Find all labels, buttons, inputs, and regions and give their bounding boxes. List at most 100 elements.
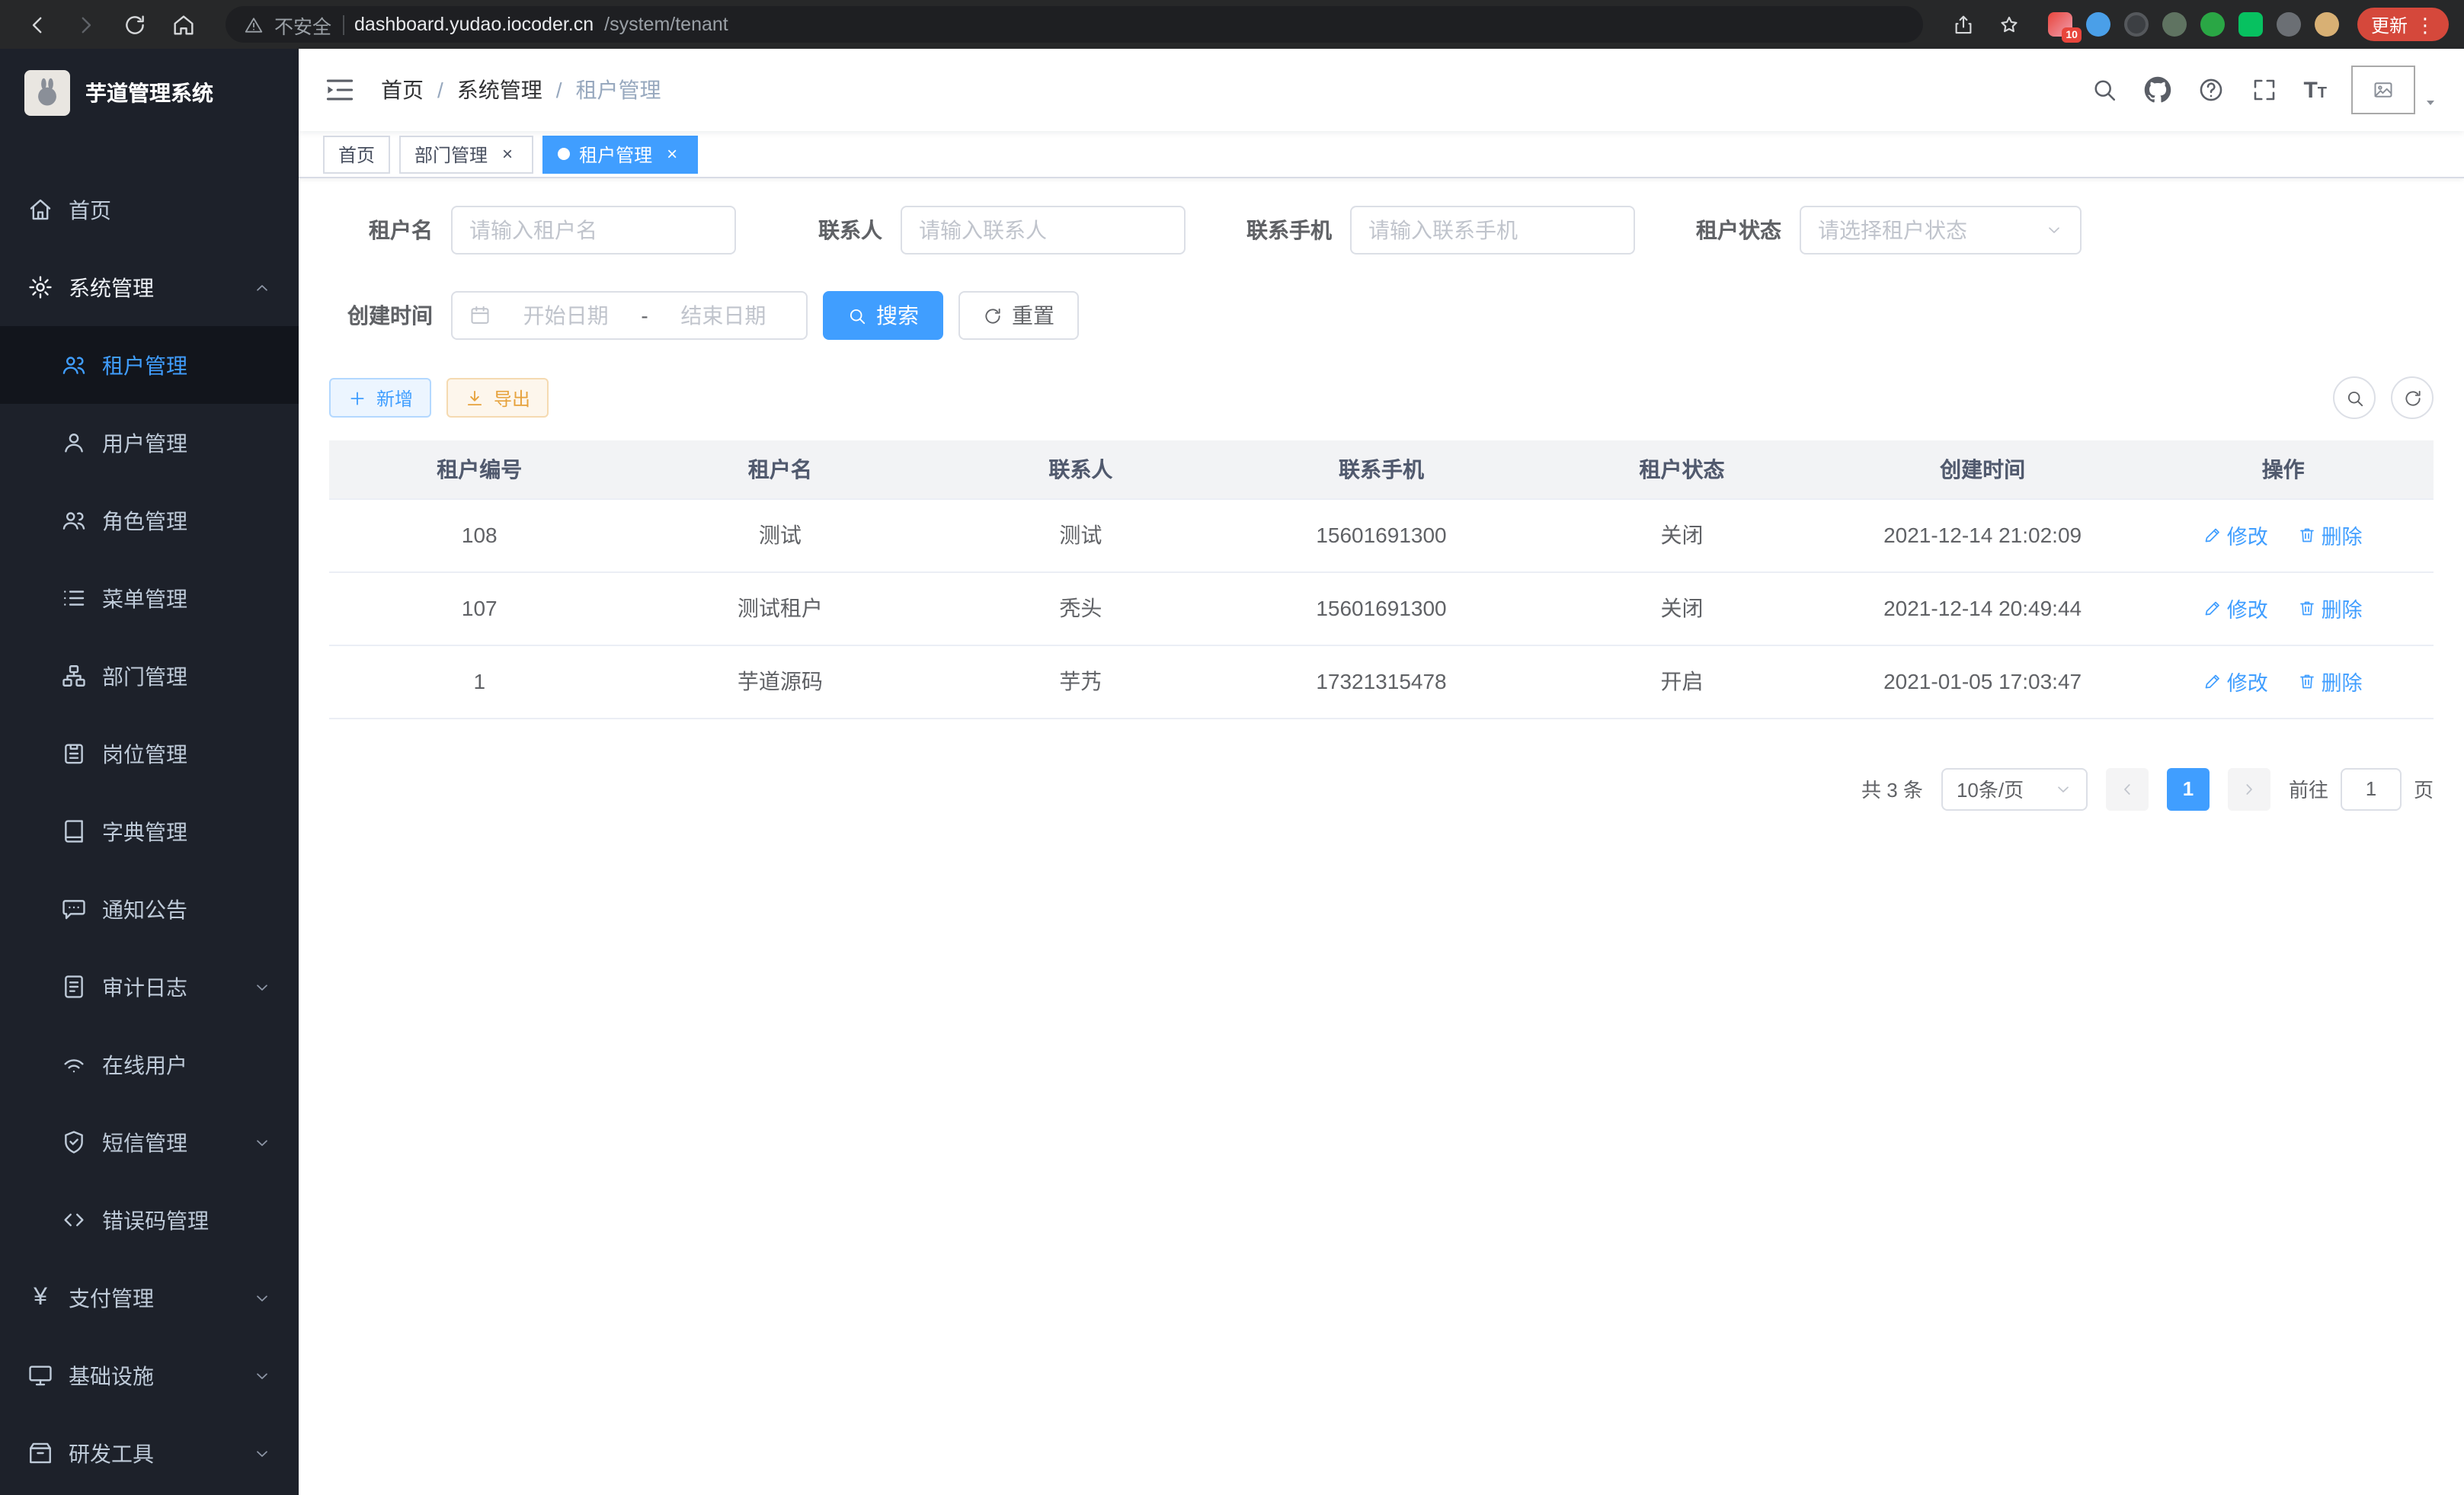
header-actions: TT	[2090, 66, 2440, 114]
page-number-1[interactable]: 1	[2167, 767, 2210, 810]
edit-label: 修改	[2227, 666, 2268, 696]
pencil-icon	[2204, 672, 2222, 690]
sidebar-item-dev-tools[interactable]: 研发工具	[0, 1414, 299, 1492]
sidebar-item-label: 通知公告	[102, 894, 271, 924]
sidebar-item-home[interactable]: 首页	[0, 171, 299, 248]
date-range-picker[interactable]: 开始日期 - 结束日期	[451, 291, 808, 340]
edit-link[interactable]: 修改	[2204, 520, 2268, 550]
add-button[interactable]: 新增	[329, 378, 431, 418]
delete-link[interactable]: 删除	[2299, 666, 2363, 696]
extensions-puzzle-icon[interactable]	[2277, 12, 2301, 37]
edit-link[interactable]: 修改	[2204, 666, 2268, 696]
sidebar-item-audit-log[interactable]: 审计日志	[0, 948, 299, 1026]
browser-home-button[interactable]	[162, 5, 204, 44]
goto-page-input[interactable]	[2341, 767, 2402, 810]
user-avatar-menu[interactable]	[2351, 66, 2440, 114]
prev-page-button[interactable]	[2106, 767, 2149, 810]
tenant-name-input[interactable]	[469, 218, 718, 242]
browser-back-button[interactable]	[15, 5, 58, 44]
extension-icon-5[interactable]	[2200, 12, 2225, 37]
trash-icon	[2299, 672, 2317, 690]
next-page-button[interactable]	[2228, 767, 2270, 810]
refresh-table-button[interactable]	[2391, 376, 2434, 419]
chevron-down-icon	[253, 1289, 271, 1307]
main-area: 首页 / 系统管理 / 租户管理 TT	[299, 49, 2464, 1495]
sidebar-item-error-code-management[interactable]: 错误码管理	[0, 1181, 299, 1259]
collapse-sidebar-icon[interactable]	[323, 73, 357, 107]
browser-update-button[interactable]: 更新 ⋮	[2357, 8, 2449, 41]
share-icon[interactable]	[1944, 5, 1984, 44]
sidebar-item-label: 岗位管理	[102, 738, 271, 769]
filter-row-1: 租户名 联系人 联系手机	[329, 206, 2434, 255]
font-size-icon[interactable]: TT	[2303, 78, 2327, 101]
cell-tenant-name: 芋道源码	[630, 645, 931, 718]
sidebar-item-system-management[interactable]: 系统管理	[0, 248, 299, 326]
address-bar[interactable]: 不安全 dashboard.yudao.iocoder.cn/system/te…	[226, 6, 1923, 43]
sidebar-item-online-users[interactable]: 在线用户	[0, 1026, 299, 1103]
export-button[interactable]: 导出	[446, 378, 549, 418]
chevron-down-icon	[253, 1366, 271, 1385]
status-select[interactable]: 请选择租户状态	[1800, 206, 2082, 255]
breadcrumb-system[interactable]: 系统管理	[457, 75, 542, 105]
sidebar-item-menu-management[interactable]: 菜单管理	[0, 559, 299, 637]
sidebar-item-payment-management[interactable]: ¥ 支付管理	[0, 1259, 299, 1337]
chevron-down-icon	[2045, 221, 2063, 239]
filter-status: 租户状态 请选择租户状态	[1678, 206, 2082, 255]
reset-button[interactable]: 重置	[958, 291, 1079, 340]
profile-avatar-icon[interactable]	[2315, 12, 2339, 37]
cell-contact: 芋艿	[930, 645, 1231, 718]
sidebar-item-label: 角色管理	[102, 505, 271, 536]
browser-forward-button[interactable]	[64, 5, 107, 44]
cell-actions: 修改 删除	[2133, 645, 2434, 718]
tab-tenant-management[interactable]: 租户管理 ×	[542, 135, 698, 173]
extension-icon-4[interactable]	[2162, 12, 2187, 37]
page-size-select[interactable]: 10条/页	[1941, 767, 2088, 810]
yen-icon: ¥	[27, 1285, 53, 1310]
sidebar-item-role-management[interactable]: 角色管理	[0, 482, 299, 559]
tenant-name-label: 租户名	[329, 215, 433, 245]
sidebar-item-notice[interactable]: 通知公告	[0, 870, 299, 948]
help-icon[interactable]	[2197, 75, 2226, 104]
tab-home[interactable]: 首页	[323, 135, 390, 173]
sidebar: 芋道管理系统 首页 系统管理 租户管理 用户管理	[0, 49, 299, 1495]
chevron-down-icon	[253, 1133, 271, 1151]
close-icon[interactable]: ×	[497, 143, 518, 165]
toolbox-icon	[27, 1440, 53, 1466]
github-icon[interactable]	[2143, 75, 2172, 104]
sidebar-item-sms-management[interactable]: 短信管理	[0, 1103, 299, 1181]
sidebar-item-label: 研发工具	[69, 1438, 238, 1468]
phone-input[interactable]	[1368, 218, 1617, 242]
sidebar-logo[interactable]: 芋道管理系统	[0, 49, 299, 137]
breadcrumb-home[interactable]: 首页	[381, 75, 424, 105]
close-icon[interactable]: ×	[661, 143, 683, 165]
breadcrumb-separator: /	[437, 78, 443, 102]
search-button[interactable]: 搜索	[823, 291, 943, 340]
browser-reload-button[interactable]	[113, 5, 155, 44]
fullscreen-icon[interactable]	[2250, 75, 2279, 104]
sidebar-item-post-management[interactable]: 岗位管理	[0, 715, 299, 792]
sidebar-item-dict-management[interactable]: 字典管理	[0, 792, 299, 870]
delete-link[interactable]: 删除	[2299, 593, 2363, 623]
extension-icon-6[interactable]	[2238, 12, 2263, 37]
url-path: /system/tenant	[604, 14, 728, 35]
sidebar-item-tenant-management[interactable]: 租户管理	[0, 326, 299, 404]
date-end-placeholder: 结束日期	[658, 300, 789, 331]
extension-icon-1[interactable]: 10	[2048, 12, 2072, 37]
sidebar-item-department-management[interactable]: 部门管理	[0, 637, 299, 715]
contact-input[interactable]	[919, 218, 1167, 242]
extension-icon-3[interactable]	[2124, 12, 2149, 37]
pagination: 共 3 条 10条/页 1 前往 页	[329, 767, 2434, 810]
sidebar-item-infrastructure[interactable]: 基础设施	[0, 1337, 299, 1414]
toggle-search-button[interactable]	[2333, 376, 2376, 419]
search-icon	[2344, 388, 2364, 408]
sidebar-item-user-management[interactable]: 用户管理	[0, 404, 299, 482]
bookmark-star-icon[interactable]	[1990, 5, 2030, 44]
extension-icon-2[interactable]	[2086, 12, 2110, 37]
tab-label: 首页	[338, 141, 375, 167]
edit-link[interactable]: 修改	[2204, 593, 2268, 623]
home-icon	[27, 197, 53, 222]
sidebar-item-label: 用户管理	[102, 427, 271, 458]
tab-department-management[interactable]: 部门管理 ×	[399, 135, 533, 173]
header-search-icon[interactable]	[2090, 75, 2119, 104]
delete-link[interactable]: 删除	[2299, 520, 2363, 550]
